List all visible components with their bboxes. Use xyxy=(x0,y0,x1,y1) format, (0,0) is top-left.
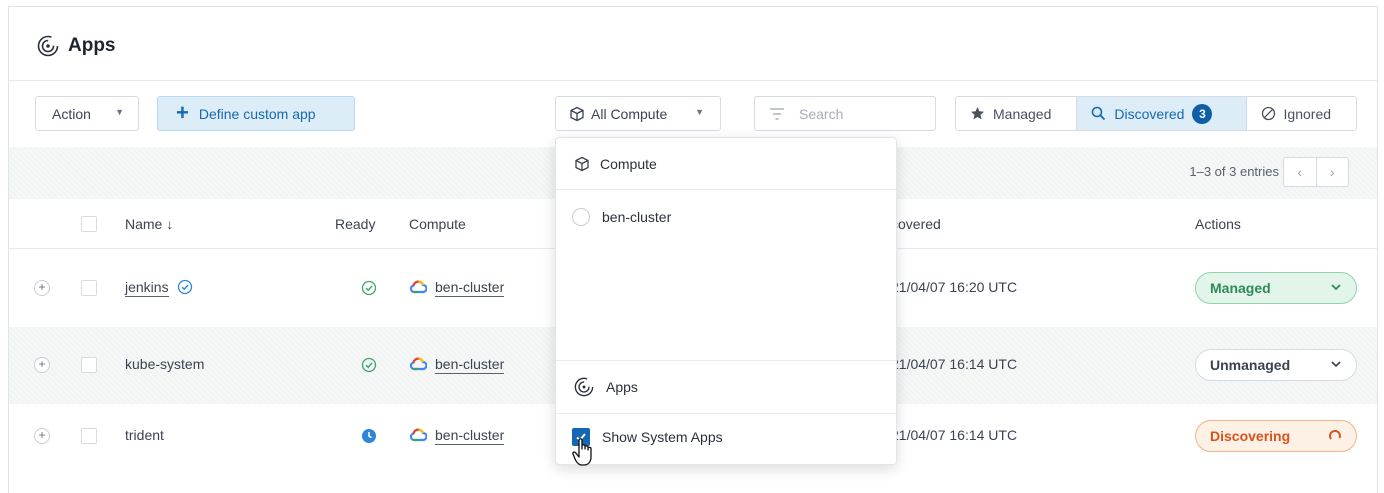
discovered-count-badge: 3 xyxy=(1192,103,1213,124)
radio-button[interactable] xyxy=(572,208,590,226)
expand-row-button[interactable]: + xyxy=(34,428,50,444)
tab-discovered-label: Discovered xyxy=(1114,105,1185,122)
app-state-dropdown[interactable]: Managed xyxy=(1195,272,1357,304)
prev-page-button[interactable]: ‹ xyxy=(1284,158,1317,186)
google-cloud-icon xyxy=(409,280,427,294)
caret-down-icon: ▼ xyxy=(695,107,704,117)
tab-ignored-label: Ignored xyxy=(1283,105,1332,122)
compute-filter-label: All Compute xyxy=(591,105,668,122)
hand-cursor-icon xyxy=(572,438,592,466)
column-discovered: covered xyxy=(891,216,941,232)
show-system-apps-label: Show System Apps xyxy=(602,429,723,445)
column-actions: Actions xyxy=(1195,216,1241,232)
action-button[interactable]: Action ▼ xyxy=(35,96,139,131)
star-icon xyxy=(970,106,985,121)
check-circle-icon xyxy=(361,280,377,296)
app-name-cell: jenkins xyxy=(125,279,193,297)
entries-count: 1–3 of 3 entries xyxy=(1189,164,1279,179)
app-state-tabs: Managed Discovered 3 Ignored xyxy=(955,96,1357,131)
column-compute: Compute xyxy=(409,216,466,232)
app-name: trident xyxy=(125,427,164,443)
define-custom-app-button[interactable]: + Define custom app xyxy=(157,96,355,131)
discovered-time: 21/04/07 16:20 UTC xyxy=(891,279,1018,295)
chevron-down-icon xyxy=(1331,284,1341,291)
expand-row-button[interactable]: + xyxy=(34,280,50,296)
compute-cell: ben-cluster xyxy=(409,356,505,374)
search-input[interactable]: Search xyxy=(754,96,936,131)
column-ready: Ready xyxy=(335,216,376,232)
discovered-time: 21/04/07 16:14 UTC xyxy=(891,427,1018,443)
tab-ignored[interactable]: Ignored xyxy=(1247,97,1356,130)
ignore-icon xyxy=(1261,106,1276,121)
menu-compute-label: Compute xyxy=(600,155,657,172)
app-state-label: Managed xyxy=(1210,280,1271,296)
compute-link[interactable]: ben-cluster xyxy=(435,427,505,445)
define-custom-app-label: Define custom app xyxy=(198,105,316,122)
compute-filter-menu: Compute ben-cluster Apps Show System App… xyxy=(555,137,897,465)
caret-down-icon: ▼ xyxy=(115,107,124,117)
select-all-checkbox[interactable] xyxy=(81,216,97,232)
google-cloud-icon xyxy=(409,357,427,371)
plus-icon: + xyxy=(176,99,189,125)
chevron-down-icon xyxy=(1331,361,1341,368)
compute-cell: ben-cluster xyxy=(409,279,505,297)
verified-check-icon xyxy=(178,279,193,295)
filter-icon xyxy=(770,107,784,120)
page-header: Apps xyxy=(9,7,1377,81)
next-page-button[interactable]: › xyxy=(1317,158,1349,186)
compute-cell: ben-cluster xyxy=(409,427,505,445)
search-placeholder: Search xyxy=(799,105,844,122)
check-circle-icon xyxy=(361,357,377,373)
tab-managed-label: Managed xyxy=(993,105,1052,122)
action-label: Action xyxy=(52,105,91,122)
discovered-time: 21/04/07 16:14 UTC xyxy=(891,356,1018,372)
app-state-dropdown[interactable]: Unmanaged xyxy=(1195,349,1357,381)
column-name[interactable]: Name ↓ xyxy=(125,216,173,232)
compute-link[interactable]: ben-cluster xyxy=(435,356,505,374)
tab-managed[interactable]: Managed xyxy=(956,97,1078,130)
apps-icon xyxy=(37,35,59,57)
menu-apps-heading: Apps xyxy=(556,360,896,414)
page-title: Apps xyxy=(68,35,116,56)
expand-row-button[interactable]: + xyxy=(34,357,50,373)
search-icon xyxy=(1091,106,1106,121)
menu-apps-label: Apps xyxy=(606,379,638,395)
clock-icon xyxy=(362,429,376,443)
compute-link[interactable]: ben-cluster xyxy=(435,279,505,297)
pager: ‹ › xyxy=(1283,157,1349,187)
menu-compute-heading: Compute xyxy=(556,138,896,190)
app-state-dropdown[interactable]: Discovering xyxy=(1195,420,1357,452)
menu-option-ben-cluster[interactable]: ben-cluster xyxy=(572,208,671,226)
tab-discovered[interactable]: Discovered 3 xyxy=(1077,97,1247,130)
spinner-icon xyxy=(1328,429,1341,440)
apps-page: Apps Action ▼ + Define custom app All Co… xyxy=(8,6,1378,493)
app-name-link[interactable]: jenkins xyxy=(125,279,169,297)
menu-option-label: ben-cluster xyxy=(602,209,672,225)
app-name: kube-system xyxy=(125,356,205,372)
compute-filter-dropdown[interactable]: All Compute ▼ xyxy=(555,96,721,131)
row-checkbox[interactable] xyxy=(81,280,97,296)
cube-icon xyxy=(575,156,589,171)
row-checkbox[interactable] xyxy=(81,357,97,373)
app-state-label: Discovering xyxy=(1210,428,1291,444)
cube-icon xyxy=(570,106,584,121)
row-checkbox[interactable] xyxy=(81,428,97,444)
app-state-label: Unmanaged xyxy=(1210,357,1291,373)
google-cloud-icon xyxy=(409,428,427,442)
apps-icon xyxy=(574,377,594,397)
